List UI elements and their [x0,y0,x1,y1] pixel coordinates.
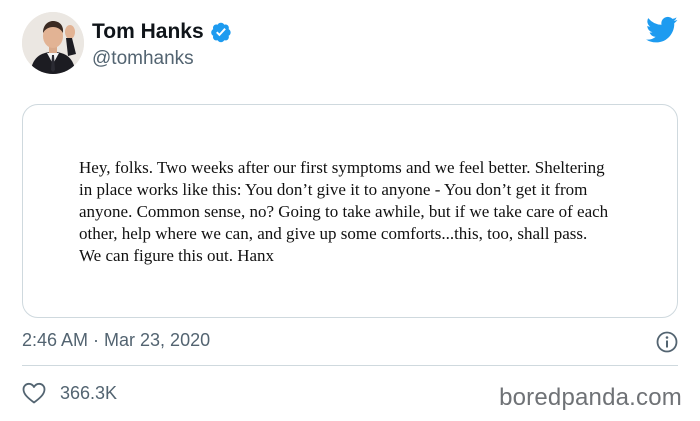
statement-line: anyone. Common sense, no? Going to take … [79,202,609,221]
verified-badge-icon [210,21,232,43]
tweet-timestamp[interactable]: 2:46 AM · Mar 23, 2020 [22,330,210,351]
handle[interactable]: @tomhanks [92,48,232,70]
tweet-card: Tom Hanks @tomhanks Hey, folks. Two week… [0,0,700,421]
tweet-header: Tom Hanks @tomhanks [22,12,682,80]
statement-text: Hey, folks. Two weeks after our first sy… [79,157,639,267]
profile-photo [22,12,84,74]
author-names: Tom Hanks @tomhanks [92,18,232,70]
tweet-media-image[interactable]: Hey, folks. Two weeks after our first sy… [22,104,678,318]
statement-line: in place works like this: You don’t give… [79,180,588,199]
like-count: 366.3K [60,382,118,403]
display-name-row: Tom Hanks [92,18,232,46]
twitter-bird-icon[interactable] [646,16,678,44]
like-action[interactable]: 366.3K [22,382,117,404]
divider [22,365,678,366]
watermark: boredpanda.com [499,384,682,411]
statement-line: Hey, folks. Two weeks after our first sy… [79,158,605,177]
display-name[interactable]: Tom Hanks [92,20,204,44]
avatar[interactable] [22,12,84,74]
statement-line: We can figure this out. Hanx [79,246,275,265]
statement-line: other, help where we can, and give up so… [79,224,588,243]
heart-icon[interactable] [22,382,46,404]
info-icon[interactable] [656,331,678,353]
